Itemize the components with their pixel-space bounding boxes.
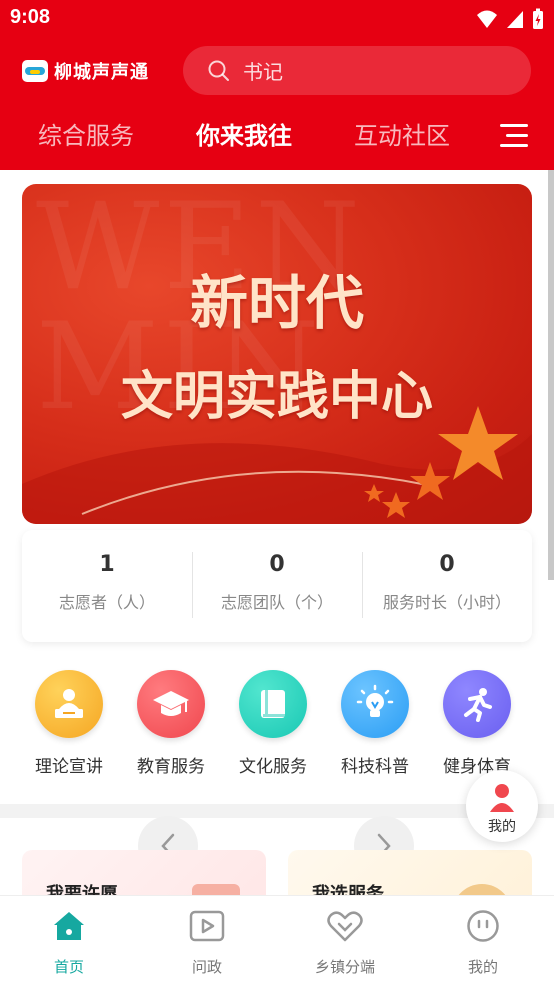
service-fitness[interactable]: 健身体育	[426, 670, 528, 777]
nav-home[interactable]: 首页	[0, 896, 138, 977]
stat-service-hours[interactable]: 0 服务时长（小时）	[362, 530, 532, 642]
banner-title-line2: 文明实践中心	[120, 366, 433, 427]
status-icons	[476, 8, 544, 30]
book-icon	[239, 670, 307, 738]
app-logo[interactable]: 柳城声声通	[22, 58, 149, 84]
nav-label: 首页	[53, 958, 84, 976]
battery-icon	[533, 8, 543, 29]
wifi-icon	[477, 10, 497, 28]
stat-value: 0	[269, 552, 285, 577]
nav-label: 问政	[191, 958, 222, 976]
nav-label: 我的	[467, 958, 498, 976]
stat-label: 服务时长（小时）	[382, 593, 511, 612]
status-time: 9:08	[10, 6, 51, 28]
search-icon	[208, 60, 229, 81]
play-box-icon	[138, 906, 276, 946]
bottom-nav: 首页 问政 乡镇分端 我的	[0, 895, 554, 985]
tab-comprehensive-service[interactable]: 综合服务	[38, 116, 134, 151]
service-illustration-icon	[452, 884, 512, 895]
stats-card: 1 志愿者（人） 0 志愿团队（个） 0 服务时长（小时）	[22, 530, 532, 642]
stat-volunteers[interactable]: 1 志愿者（人）	[22, 530, 192, 642]
person-icon	[490, 784, 514, 812]
tab-interactive-community[interactable]: 互动社区	[354, 116, 450, 151]
nav-town-branch[interactable]: 乡镇分端	[276, 896, 414, 977]
service-science[interactable]: 科技科普	[324, 670, 426, 777]
banner-title-line1: 新时代	[189, 269, 364, 337]
search-placeholder: 书记	[243, 60, 283, 84]
service-label: 理论宣讲	[35, 757, 103, 777]
lecture-icon	[35, 670, 103, 738]
card-title: 我选服务	[312, 884, 384, 895]
menu-icon[interactable]	[500, 124, 528, 148]
stat-value: 0	[439, 552, 455, 577]
home-icon	[0, 906, 138, 946]
stat-value: 1	[99, 552, 115, 577]
graduation-cap-icon	[137, 670, 205, 738]
card-choose-service[interactable]: 我选服务	[288, 850, 532, 895]
service-education[interactable]: 教育服务	[120, 670, 222, 777]
service-culture[interactable]: 文化服务	[222, 670, 324, 777]
nav-mine[interactable]: 我的	[414, 896, 552, 977]
card-make-wish[interactable]: 我要许愿	[22, 850, 266, 895]
floating-mine-button[interactable]: 我的	[466, 770, 538, 842]
service-label: 科技科普	[341, 757, 409, 777]
banner[interactable]: WEN MIN 新时代 文明实践中心	[22, 184, 532, 524]
service-label: 教育服务	[137, 757, 205, 777]
floating-mine-label: 我的	[488, 819, 516, 835]
top-tabs: 综合服务 你来我往 互动社区	[0, 116, 554, 162]
runner-icon	[443, 670, 511, 738]
stat-teams[interactable]: 0 志愿团队（个）	[192, 530, 362, 642]
logo-icon	[22, 60, 48, 82]
heart-link-icon	[276, 906, 414, 946]
card-title: 我要许愿	[46, 884, 118, 895]
service-label: 文化服务	[239, 757, 307, 777]
tab-you-come-i-go[interactable]: 你来我往	[196, 116, 292, 151]
nav-inquiry[interactable]: 问政	[138, 896, 276, 977]
scrollbar[interactable]	[548, 170, 554, 580]
stat-label: 志愿团队（个）	[220, 593, 333, 612]
status-bar: 9:08	[0, 0, 554, 38]
search-bar[interactable]: 书记	[183, 46, 531, 95]
face-icon	[414, 906, 552, 946]
app-name: 柳城声声通	[54, 62, 149, 83]
service-theory-lecture[interactable]: 理论宣讲	[18, 670, 120, 777]
app-header: 柳城声声通 书记 综合服务 你来我往 互动社区	[0, 38, 554, 170]
service-grid: 理论宣讲 教育服务 文化服务 科技科普 健身体育	[0, 670, 554, 780]
nav-label: 乡镇分端	[314, 958, 375, 976]
main-content: WEN MIN 新时代 文明实践中心 1 志愿者（人） 0 志愿团队（个） 0 …	[0, 170, 554, 895]
wish-illustration-icon	[192, 884, 240, 895]
stat-label: 志愿者（人）	[58, 593, 155, 612]
lightbulb-icon	[341, 670, 409, 738]
signal-icon	[507, 11, 523, 28]
